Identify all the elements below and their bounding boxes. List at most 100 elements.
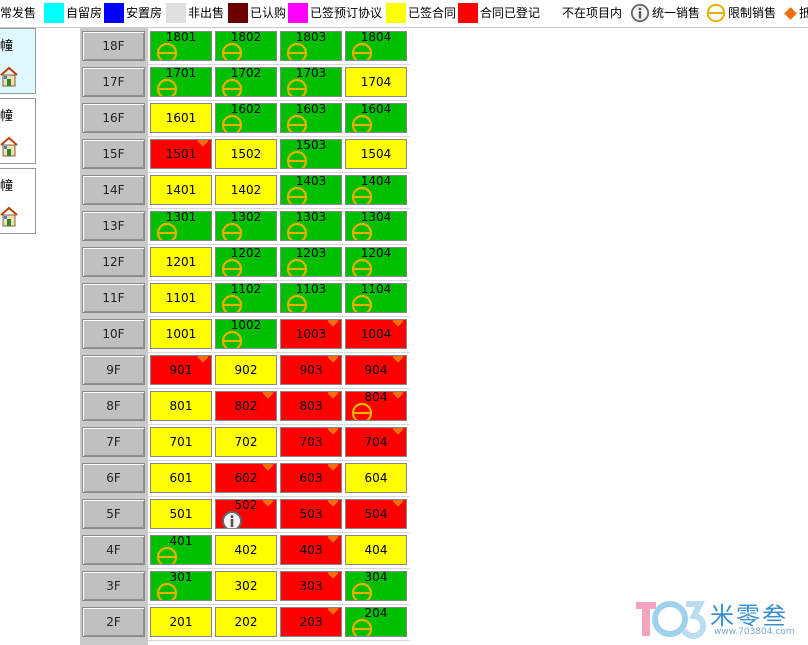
floor-label[interactable]: 3F — [82, 571, 145, 601]
unit-cell[interactable]: 402 — [215, 535, 277, 565]
unit-cell[interactable]: 1303 — [280, 211, 342, 241]
floor-label[interactable]: 13F — [82, 211, 145, 241]
floor-label[interactable]: 2F — [82, 607, 145, 637]
unit-cell[interactable]: 701 — [150, 427, 212, 457]
unit-cell[interactable]: 703 — [280, 427, 342, 457]
unit-cell[interactable]: 501 — [150, 499, 212, 529]
floor-label[interactable]: 14F — [82, 175, 145, 205]
unit-cell[interactable]: 1701 — [150, 67, 212, 97]
unit-cell[interactable]: 1104 — [345, 283, 407, 313]
unit-cell[interactable]: 1203 — [280, 247, 342, 277]
floor-label[interactable]: 15F — [82, 139, 145, 169]
unit-cell[interactable]: 702 — [215, 427, 277, 457]
unit-cell[interactable]: 803 — [280, 391, 342, 421]
floor-label[interactable]: 12F — [82, 247, 145, 277]
unit-cell[interactable]: 1102 — [215, 283, 277, 313]
floor-label[interactable]: 5F — [82, 499, 145, 529]
unit-cell[interactable]: 1704 — [345, 67, 407, 97]
unit-cell[interactable]: 403 — [280, 535, 342, 565]
unit-cell[interactable]: 1201 — [150, 247, 212, 277]
unit-cell[interactable]: 804 — [345, 391, 407, 421]
unit-cell[interactable]: 201 — [150, 607, 212, 637]
unit-cell[interactable]: 1403 — [280, 175, 342, 205]
unit-cell[interactable]: 1804 — [345, 31, 407, 61]
unit-cell[interactable]: 1504 — [345, 139, 407, 169]
unit-cell[interactable]: 1604 — [345, 103, 407, 133]
unit-cell[interactable]: 502 — [215, 499, 277, 529]
unit-cell[interactable]: 1803 — [280, 31, 342, 61]
restrict-icon — [351, 618, 373, 636]
row-divider — [148, 100, 410, 101]
unit-cell[interactable]: 404 — [345, 535, 407, 565]
unit-cell[interactable]: 1703 — [280, 67, 342, 97]
unit-cell[interactable]: 1602 — [215, 103, 277, 133]
unit-cell[interactable]: 1603 — [280, 103, 342, 133]
unit-cell[interactable]: 604 — [345, 463, 407, 493]
unit-cell[interactable]: 704 — [345, 427, 407, 457]
unit-cell[interactable]: 603 — [280, 463, 342, 493]
restrict-icon — [351, 186, 373, 204]
restrict-icon — [221, 222, 243, 240]
floor-label[interactable]: 10F — [82, 319, 145, 349]
unit-cell[interactable]: 1502 — [215, 139, 277, 169]
building-item[interactable]: 幢 — [0, 98, 36, 164]
legend-item: 限制销售 — [706, 2, 776, 24]
unit-cell[interactable]: 1304 — [345, 211, 407, 241]
diamond-icon — [327, 572, 339, 579]
floor-label[interactable]: 6F — [82, 463, 145, 493]
unit-cell[interactable]: 903 — [280, 355, 342, 385]
legend-item: 抵 — [782, 2, 808, 24]
unit-cell[interactable]: 303 — [280, 571, 342, 601]
building-item[interactable]: 幢 — [0, 168, 36, 234]
floor-label[interactable]: 11F — [82, 283, 145, 313]
unit-cell[interactable]: 1301 — [150, 211, 212, 241]
unit-cell[interactable]: 904 — [345, 355, 407, 385]
row-divider — [148, 172, 410, 173]
floor-label[interactable]: 9F — [82, 355, 145, 385]
unit-cell[interactable]: 204 — [345, 607, 407, 637]
unit-cell[interactable]: 1001 — [150, 319, 212, 349]
unit-cell[interactable]: 601 — [150, 463, 212, 493]
unit-cell[interactable]: 1302 — [215, 211, 277, 241]
unit-cell[interactable]: 602 — [215, 463, 277, 493]
unit-cell[interactable]: 1401 — [150, 175, 212, 205]
unit-cell[interactable]: 304 — [345, 571, 407, 601]
unit-cell[interactable]: 302 — [215, 571, 277, 601]
unit-cell[interactable]: 1003 — [280, 319, 342, 349]
floor-label[interactable]: 8F — [82, 391, 145, 421]
restrict-icon — [351, 294, 373, 312]
unit-cell[interactable]: 401 — [150, 535, 212, 565]
unit-cell[interactable]: 202 — [215, 607, 277, 637]
unit-cell[interactable]: 1101 — [150, 283, 212, 313]
unit-cell[interactable]: 1404 — [345, 175, 407, 205]
unit-cell[interactable]: 504 — [345, 499, 407, 529]
unit-cell[interactable]: 1103 — [280, 283, 342, 313]
unit-cell[interactable]: 1503 — [280, 139, 342, 169]
floor-label[interactable]: 17F — [82, 67, 145, 97]
unit-cell[interactable]: 1402 — [215, 175, 277, 205]
unit-cell[interactable]: 1204 — [345, 247, 407, 277]
floor-label[interactable]: 4F — [82, 535, 145, 565]
unit-cell[interactable]: 203 — [280, 607, 342, 637]
unit-cell[interactable]: 801 — [150, 391, 212, 421]
diamond-icon — [327, 392, 339, 399]
unit-cell[interactable]: 1702 — [215, 67, 277, 97]
floor-label[interactable]: 18F — [82, 31, 145, 61]
unit-cell[interactable]: 1802 — [215, 31, 277, 61]
unit-cell[interactable]: 503 — [280, 499, 342, 529]
unit-cell[interactable]: 1501 — [150, 139, 212, 169]
floor-label[interactable]: 7F — [82, 427, 145, 457]
unit-cell[interactable]: 301 — [150, 571, 212, 601]
unit-cell[interactable]: 802 — [215, 391, 277, 421]
floor-label[interactable]: 16F — [82, 103, 145, 133]
unit-cell[interactable]: 1601 — [150, 103, 212, 133]
legend-label: 已签合同 — [408, 6, 457, 20]
unit-cell[interactable]: 902 — [215, 355, 277, 385]
unit-cell[interactable]: 1002 — [215, 319, 277, 349]
unit-cell[interactable]: 1004 — [345, 319, 407, 349]
unit-cell[interactable]: 1801 — [150, 31, 212, 61]
unit-cell[interactable]: 901 — [150, 355, 212, 385]
unit-cell[interactable]: 1202 — [215, 247, 277, 277]
unit-number: 802 — [234, 399, 258, 413]
building-item[interactable]: 幢 — [0, 28, 36, 94]
